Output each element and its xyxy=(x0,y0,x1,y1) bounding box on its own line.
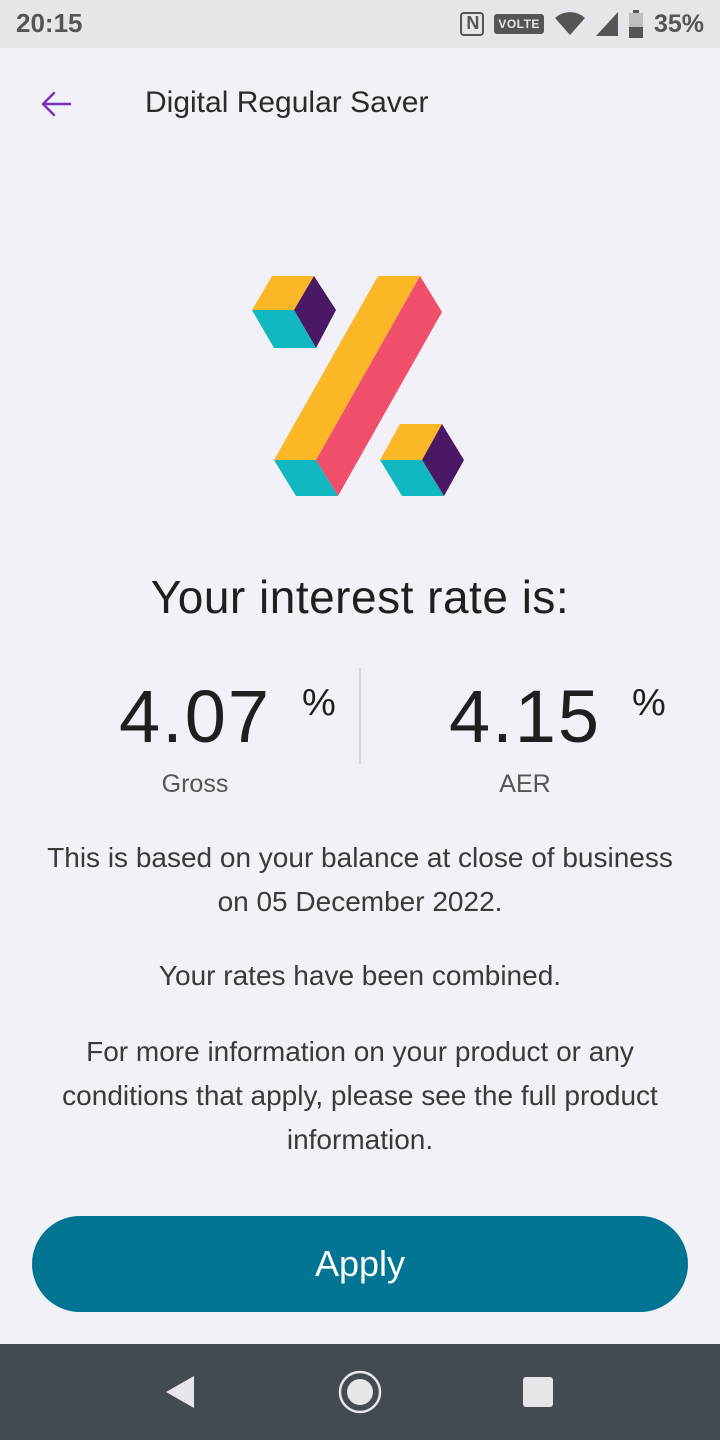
nfc-icon xyxy=(460,12,485,36)
aer-rate-unit: % xyxy=(632,682,666,724)
navigation-bar xyxy=(0,1344,720,1440)
more-info-note: For more information on your product or … xyxy=(62,1036,658,1155)
status-bar: 20:15 VOLTE 35% xyxy=(0,0,720,48)
gross-rate-label: Gross xyxy=(161,770,229,798)
balance-note: This is based on your balance at close o… xyxy=(47,842,673,917)
battery-percent: 35% xyxy=(653,9,704,38)
rate-divider xyxy=(359,668,361,764)
interest-rate-headline: Your interest rate is: xyxy=(150,571,570,623)
battery-icon xyxy=(628,10,644,38)
page-title: Digital Regular Saver xyxy=(145,86,429,119)
wifi-icon xyxy=(554,12,586,36)
status-icons: VOLTE 35% xyxy=(460,8,704,40)
arrow-left-icon xyxy=(41,91,72,117)
signal-icon xyxy=(595,12,618,36)
nav-home-icon[interactable] xyxy=(336,1368,384,1416)
volte-badge: VOLTE xyxy=(494,14,544,34)
gross-rate-value: 4.07 xyxy=(118,675,272,758)
app-header: Digital Regular Saver xyxy=(0,48,720,160)
nav-recents-icon[interactable] xyxy=(514,1368,562,1416)
gross-rate-unit: % xyxy=(302,682,336,724)
apply-button[interactable]: Apply xyxy=(32,1216,688,1312)
back-button[interactable] xyxy=(30,78,82,130)
aer-rate-label: AER xyxy=(499,770,551,798)
aer-rate-value: 4.15 xyxy=(448,675,602,758)
gross-rate: 4.07 % Gross xyxy=(60,668,360,808)
combined-note: Your rates have been combined. xyxy=(158,960,562,991)
rates-panel: 4.07 % Gross 4.15 % AER xyxy=(0,668,720,808)
percent-logo xyxy=(250,272,470,502)
status-time: 20:15 xyxy=(16,8,83,38)
nav-back-icon[interactable] xyxy=(156,1368,204,1416)
aer-rate: 4.15 % AER xyxy=(390,668,690,808)
